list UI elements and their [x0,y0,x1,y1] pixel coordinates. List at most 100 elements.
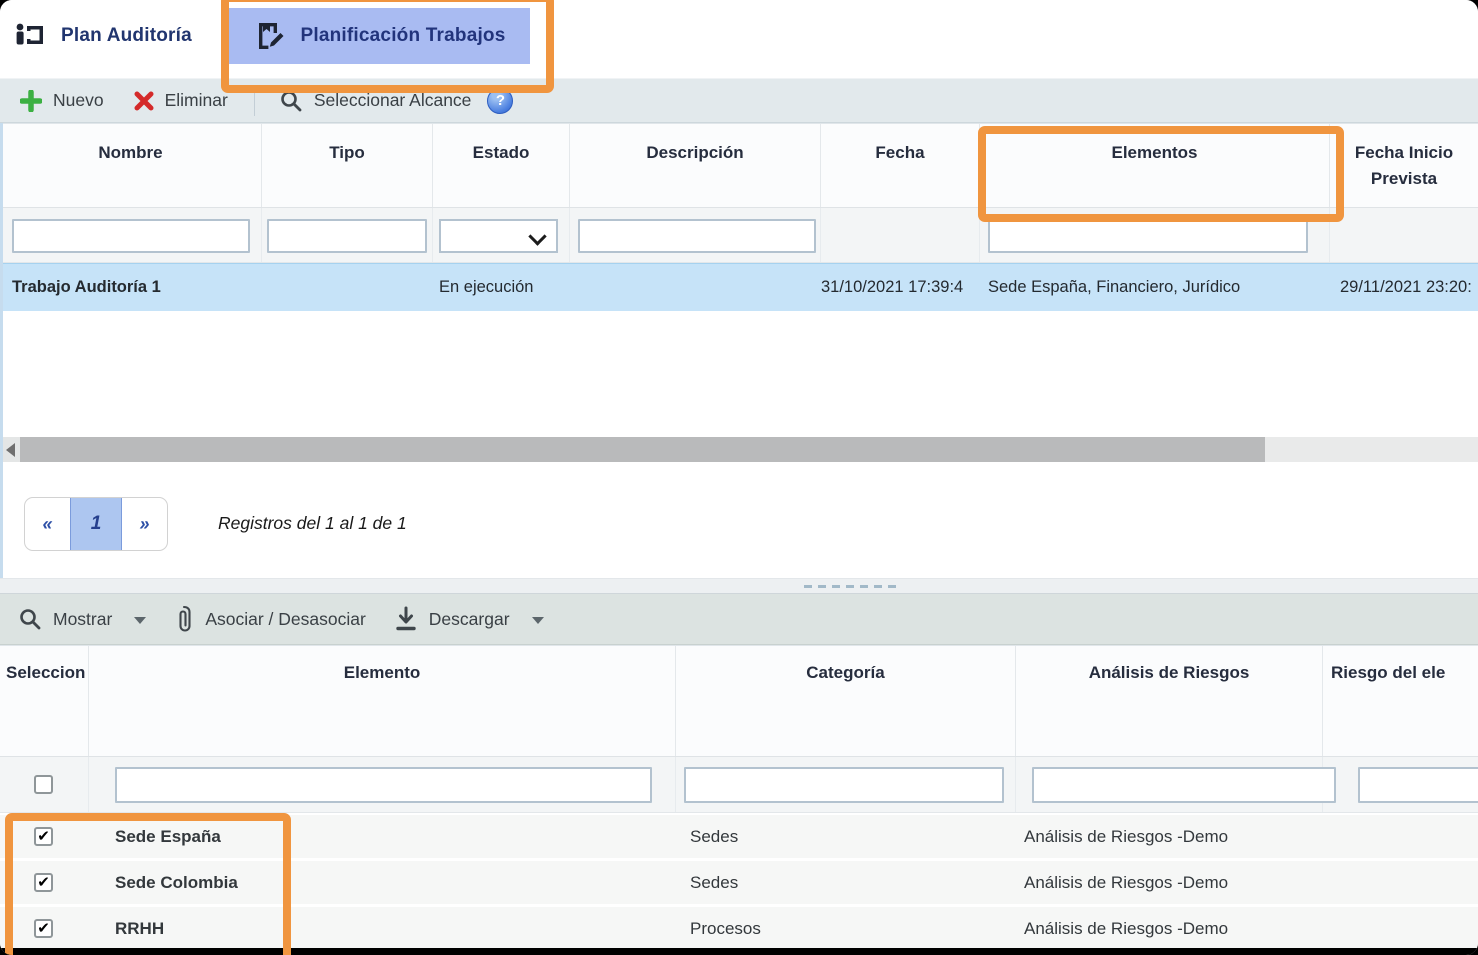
column-header-nombre[interactable]: Nombre [0,124,262,207]
planificacion-trabajos-window: Plan Auditoría Planificación Trabajos Nu… [0,0,1478,955]
tab-planificacion-trabajos[interactable]: Planificación Trabajos [229,8,530,64]
tab-plan-auditoria[interactable]: Plan Auditoría [14,10,192,62]
tab-plan-auditoria-label: Plan Auditoría [61,25,192,47]
scroll-left-button[interactable] [0,437,20,462]
job-elementos-value: Sede España, Financiero, Jurídico [980,264,1330,311]
element-link[interactable]: Sede Colombia [89,861,676,904]
column-header-analisis-de-riesgos[interactable]: Análisis de Riesgos [1016,646,1323,756]
filter-elementos-input[interactable] [988,219,1308,253]
element-analisis: Análisis de Riesgos -Demo [1016,815,1323,858]
nuevo-button[interactable]: Nuevo [20,90,104,112]
job-descripcion-value [570,264,821,311]
filter-categoria-input[interactable] [684,767,1004,803]
filter-riesgo-input[interactable] [1358,767,1478,803]
search-icon [279,89,303,113]
bookmark-pencil-icon [253,19,287,53]
window-bottom-edge [0,948,1478,955]
dropdown-arrow-icon [134,617,146,624]
records-summary: Registros del 1 al 1 de 1 [218,513,407,534]
dropdown-arrow-icon [532,617,544,624]
search-icon [18,607,42,631]
scroll-left-arrow-icon [6,443,15,457]
jobs-filter-row [0,208,1478,263]
column-header-descripcion[interactable]: Descripción [570,124,821,207]
element-riesgo [1323,907,1478,950]
column-header-fecha[interactable]: Fecha [821,124,980,207]
page-first-button[interactable]: « [25,498,70,550]
descargar-label: Descargar [429,609,510,630]
job-row-trabajo-auditoria-1[interactable]: Trabajo Auditoría 1 En ejecución 31/10/2… [0,263,1478,311]
element-riesgo [1323,861,1478,904]
column-header-elemento[interactable]: Elemento [89,646,676,756]
element-categoria: Procesos [676,907,1016,950]
toolbar-divider [254,86,255,116]
nuevo-label: Nuevo [53,90,104,111]
element-link[interactable]: RRHH [89,907,676,950]
horizontal-scrollbar[interactable] [0,437,1478,462]
select-all-checkbox[interactable] [34,775,53,794]
filter-analisis-input[interactable] [1032,767,1336,803]
chevron-down-icon [528,227,546,245]
mostrar-button[interactable]: Mostrar [18,607,146,631]
eliminar-button[interactable]: Eliminar [134,90,228,111]
descargar-button[interactable]: Descargar [394,606,544,632]
seleccionar-alcance-label: Seleccionar Alcance [314,90,472,111]
pagination-control: « 1 » [24,497,168,551]
column-header-categoria[interactable]: Categoría [676,646,1016,756]
check-icon: ✔ [37,827,50,846]
eliminar-label: Eliminar [165,90,228,111]
job-tipo-value [262,264,433,311]
element-row-rrhh[interactable]: ✔ RRHH Procesos Análisis de Riesgos -Dem… [0,907,1478,950]
person-board-icon [14,20,48,52]
row-checkbox[interactable]: ✔ [34,919,53,938]
column-header-estado[interactable]: Estado [433,124,570,207]
job-estado-value: En ejecución [433,264,570,311]
filter-elemento-input[interactable] [115,767,652,803]
download-icon [394,606,418,632]
filter-descripcion-input[interactable] [578,219,816,253]
column-header-tipo[interactable]: Tipo [262,124,433,207]
element-categoria: Sedes [676,861,1016,904]
page-current[interactable]: 1 [70,498,122,550]
element-analisis: Análisis de Riesgos -Demo [1016,907,1323,950]
elements-toolbar: Mostrar Asociar / Desasociar Descargar [0,594,1478,645]
element-riesgo [1323,815,1478,858]
elements-filter-row [0,757,1478,813]
filter-estado-select[interactable] [439,219,558,253]
element-row-sede-espana[interactable]: ✔ Sede España Sedes Análisis de Riesgos … [0,815,1478,858]
jobs-toolbar: Nuevo Eliminar Seleccionar Alcance ? [0,78,1478,123]
job-fecha-value: 31/10/2021 17:39:4 [821,264,980,311]
element-row-sede-colombia[interactable]: ✔ Sede Colombia Sedes Análisis de Riesgo… [0,861,1478,904]
mostrar-label: Mostrar [53,609,112,630]
help-icon[interactable]: ? [487,88,513,114]
scrollbar-thumb[interactable] [20,437,1265,462]
row-checkbox[interactable]: ✔ [34,827,53,846]
jobs-table-header: Nombre Tipo Estado Descripción Fecha Ele… [0,123,1478,208]
elements-table-header: Seleccion Elemento Categoría Análisis de… [0,645,1478,757]
element-link[interactable]: Sede España [89,815,676,858]
page-last-button[interactable]: » [122,498,167,550]
x-icon [134,91,154,111]
check-icon: ✔ [37,919,50,938]
column-header-seleccionar[interactable]: Seleccion [0,646,89,756]
splitter-drag-handle[interactable] [804,585,896,588]
tab-planificacion-trabajos-label: Planificación Trabajos [300,25,505,47]
plus-icon [20,90,42,112]
column-header-riesgo-del-elemento[interactable]: Riesgo del ele [1323,646,1478,756]
tab-bar: Plan Auditoría Planificación Trabajos [0,0,1478,78]
column-header-elementos[interactable]: Elementos [980,124,1330,207]
panel-left-border [0,123,3,578]
column-header-fecha-inicio-prevista[interactable]: Fecha Inicio Prevista [1330,124,1478,207]
paperclip-icon [174,604,194,634]
row-checkbox[interactable]: ✔ [34,873,53,892]
check-icon: ✔ [37,873,50,892]
element-analisis: Análisis de Riesgos -Demo [1016,861,1323,904]
job-name-link[interactable]: Trabajo Auditoría 1 [0,264,262,311]
asociar-desasociar-button[interactable]: Asociar / Desasociar [174,604,365,634]
filter-nombre-input[interactable] [12,219,250,253]
job-fecha-inicio-value: 29/11/2021 23:20: [1330,264,1478,311]
filter-tipo-input[interactable] [267,219,427,253]
panel-splitter [0,578,1478,594]
asociar-desasociar-label: Asociar / Desasociar [205,609,365,630]
seleccionar-alcance-button[interactable]: Seleccionar Alcance [279,89,472,113]
